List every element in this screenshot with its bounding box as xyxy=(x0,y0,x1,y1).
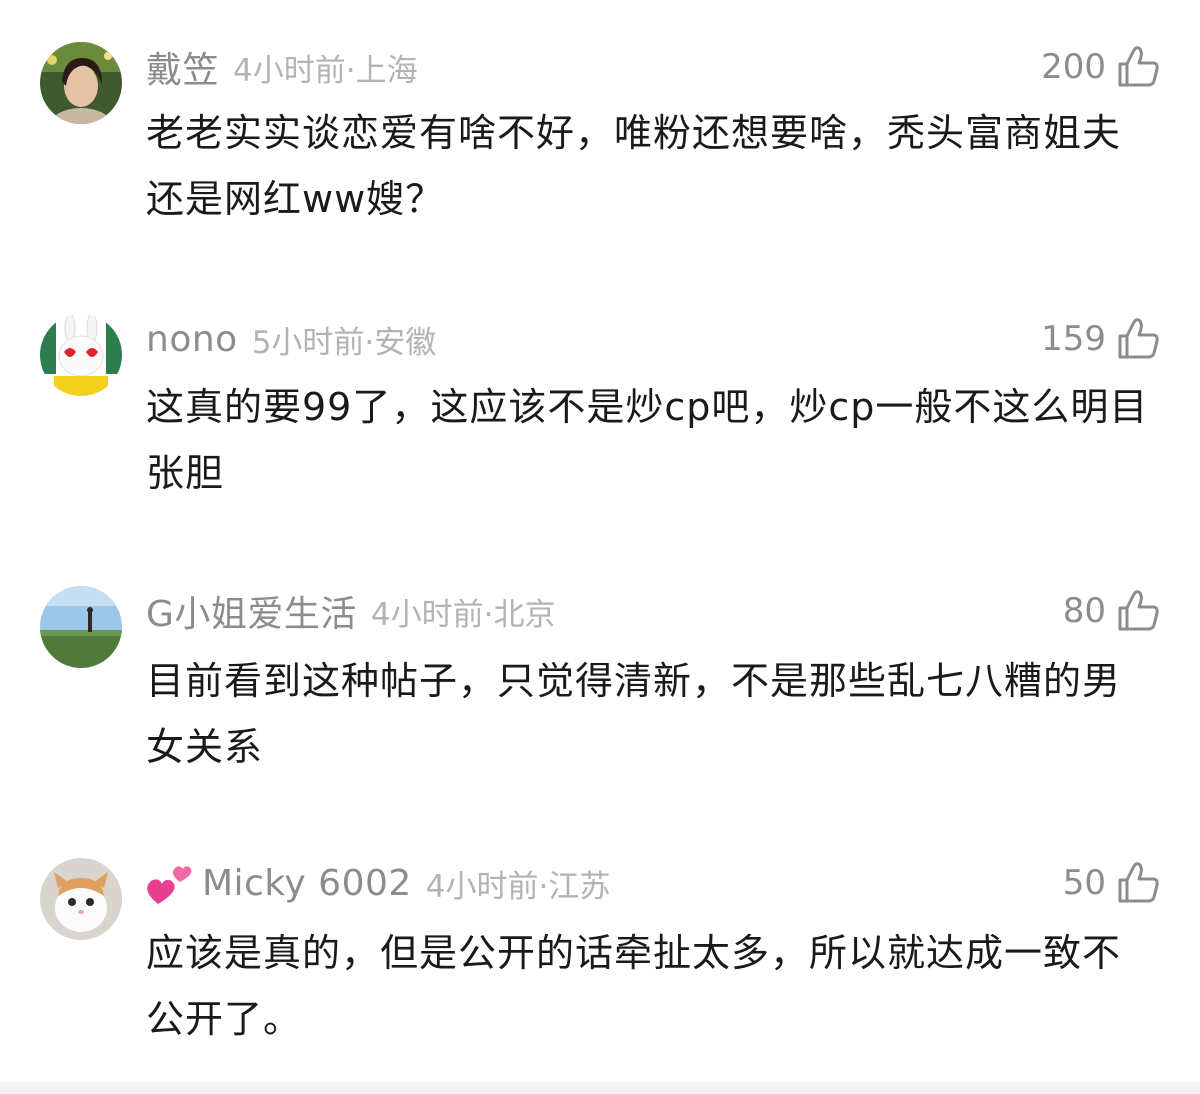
comment-text: 目前看到这种帖子，只觉得清新，不是那些乱七八糟的男女关系 xyxy=(146,659,1122,769)
time-location: 4小时前·北京 xyxy=(370,596,556,633)
comment-meta: 戴笠 4小时前·上海 xyxy=(146,42,418,92)
comment-text: 应该是真的，但是公开的话牵扯太多，所以就达成一致不公开了。 xyxy=(146,931,1122,1041)
avatar[interactable] xyxy=(40,314,122,396)
comment-meta: G小姐爱生活 4小时前·北京 xyxy=(146,586,555,636)
comment-text: 老老实实谈恋爱有啥不好，唯粉还想要啥，秃头富商姐夫还是网红ww嫂？ xyxy=(146,111,1122,221)
thumbs-up-icon xyxy=(1118,590,1159,631)
comment-text: 这真的要99了，这应该不是炒cp吧，炒cp一般不这么明目张胆 xyxy=(146,385,1149,495)
time-location: 4小时前·上海 xyxy=(233,52,418,89)
username[interactable]: nono xyxy=(146,319,238,360)
like-button[interactable]: 50 xyxy=(1063,858,1160,908)
two-hearts-icon xyxy=(147,866,192,904)
like-count: 159 xyxy=(1041,319,1106,359)
thumbs-up-icon xyxy=(1118,862,1159,903)
avatar[interactable] xyxy=(40,586,122,668)
like-button[interactable]: 159 xyxy=(1041,314,1160,364)
like-button[interactable]: 80 xyxy=(1063,586,1160,636)
comment-meta: nono 5小时前·安徽 xyxy=(146,314,436,364)
username[interactable]: G小姐爱生活 xyxy=(146,585,357,637)
like-count: 200 xyxy=(1041,47,1106,87)
username[interactable]: Micky 6002 xyxy=(202,863,412,904)
thumbs-up-icon xyxy=(1118,318,1159,359)
avatar[interactable] xyxy=(40,42,122,124)
like-button[interactable]: 200 xyxy=(1041,42,1160,92)
time-location: 4小时前·江苏 xyxy=(425,868,611,905)
like-count: 80 xyxy=(1062,591,1106,631)
like-count: 50 xyxy=(1062,863,1106,903)
time-location: 5小时前·安徽 xyxy=(251,324,437,361)
bottom-divider xyxy=(0,1082,1200,1094)
comment-meta: Micky 6002 4小时前·江苏 xyxy=(146,858,610,908)
avatar[interactable] xyxy=(40,858,122,940)
thumbs-up-icon xyxy=(1118,46,1159,87)
username[interactable]: 戴笠 xyxy=(146,41,219,93)
